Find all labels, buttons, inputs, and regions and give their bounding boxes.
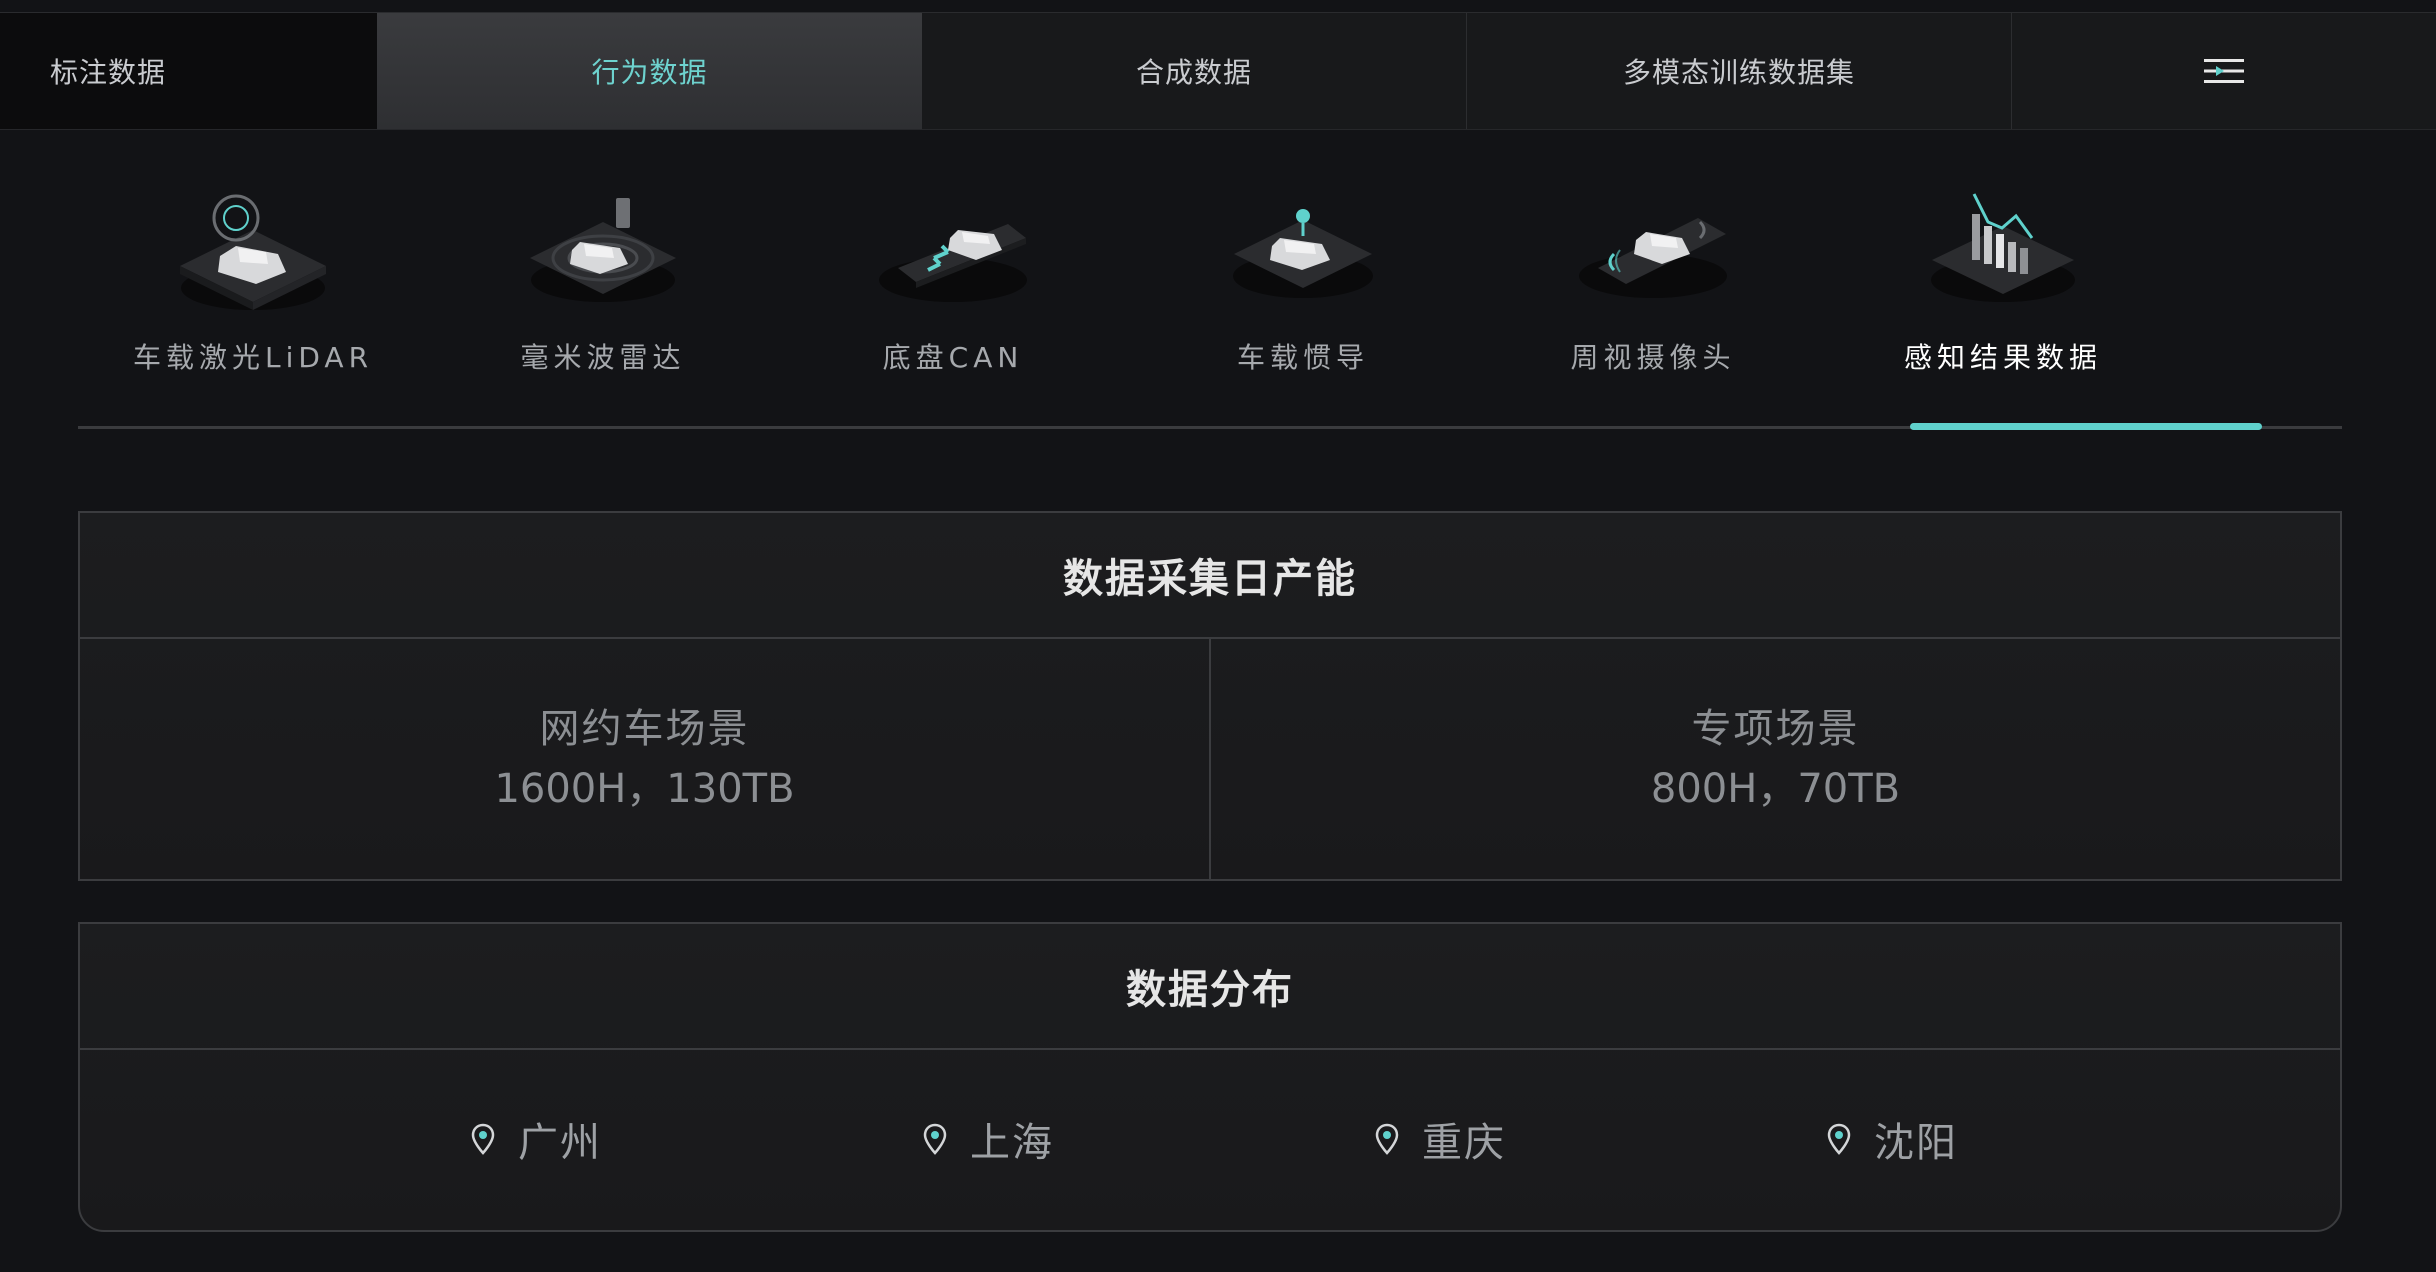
sensor-label: 车载激光LiDAR: [132, 341, 374, 374]
daily-capacity-panel: 数据采集日产能 网约车场景 1600H，130TB 专项场景 800H，70TB: [78, 511, 2342, 881]
sensor-label: 底盘CAN: [882, 341, 1024, 374]
tab-label: 合成数据: [1135, 56, 1252, 89]
tab-behavior-data[interactable]: 行为数据: [377, 13, 922, 129]
city-item-shenyang[interactable]: 沈阳: [1826, 1110, 1958, 1168]
menu-button[interactable]: [2012, 13, 2436, 129]
camera-car-icon: [1579, 218, 1727, 298]
capacity-scene-name: 网约车场景: [539, 706, 750, 752]
city-list: 广州 上海 重庆 沈阳: [80, 1050, 2340, 1230]
location-pin-icon: [1827, 1123, 1851, 1155]
city-name: 广州: [518, 1120, 602, 1166]
location-pin-icon: [1375, 1123, 1399, 1155]
city-item-shanghai[interactable]: 上海: [922, 1110, 1054, 1168]
capacity-title: 数据采集日产能: [80, 513, 2340, 639]
perception-chart-icon: [1931, 193, 2075, 302]
sensor-tab-imu[interactable]: 车载惯导: [1128, 150, 1478, 435]
page: 标注数据 行为数据 合成数据 多模态训练数据集 车载激光LiDAR 毫米波雷达 …: [0, 0, 2436, 1272]
lidar-car-icon: [180, 194, 326, 310]
tab-synthetic-data[interactable]: 合成数据: [922, 13, 1467, 129]
radar-car-icon: [530, 198, 676, 302]
sensor-tab-lidar[interactable]: 车载激光LiDAR: [78, 150, 428, 435]
location-pin-icon: [471, 1123, 495, 1155]
data-distribution-panel: 数据分布 广州 上海 重庆 沈阳: [78, 922, 2342, 1232]
sensor-label: 感知结果数据: [1903, 341, 2102, 374]
city-name: 沈阳: [1874, 1120, 1958, 1166]
tab-annotation-data[interactable]: 标注数据: [0, 13, 377, 129]
menu-icon: [2204, 59, 2244, 83]
capacity-scene-name: 专项场景: [1691, 706, 1860, 752]
city-name: 重庆: [1422, 1120, 1506, 1166]
sensor-tab-surround-camera[interactable]: 周视摄像头: [1478, 150, 1828, 435]
sensor-tab-chassis-can[interactable]: 底盘CAN: [778, 150, 1128, 435]
city-item-guangzhou[interactable]: 广州: [470, 1110, 602, 1168]
capacity-scene-value: 1600H，130TB: [494, 766, 795, 812]
capacity-scene-value: 800H，70TB: [1650, 766, 1901, 812]
tab-label: 多模态训练数据集: [1622, 56, 1855, 89]
distribution-title: 数据分布: [80, 924, 2340, 1050]
capacity-grid: 网约车场景 1600H，130TB 专项场景 800H，70TB: [80, 639, 2340, 879]
sensor-type-tabs: 车载激光LiDAR 毫米波雷达 底盘CAN 车载惯导 周视摄像头 感知结果数据: [78, 150, 2342, 440]
sensor-tab-perception-results[interactable]: 感知结果数据: [1828, 150, 2178, 435]
tab-multimodal-dataset[interactable]: 多模态训练数据集: [1467, 13, 2012, 129]
top-tab-bar: 标注数据 行为数据 合成数据 多模态训练数据集: [0, 12, 2436, 130]
city-item-chongqing[interactable]: 重庆: [1374, 1110, 1506, 1168]
sensor-label: 毫米波雷达: [520, 341, 686, 374]
can-car-icon: [879, 224, 1027, 302]
location-pin-icon: [923, 1123, 947, 1155]
capacity-cell-special: 专项场景 800H，70TB: [1209, 639, 2340, 879]
imu-car-icon: [1233, 209, 1373, 298]
city-name: 上海: [970, 1120, 1054, 1166]
sensor-label: 周视摄像头: [1570, 341, 1736, 374]
sensor-tab-mmwave-radar[interactable]: 毫米波雷达: [428, 150, 778, 435]
tab-label: 标注数据: [50, 56, 167, 89]
tab-label: 行为数据: [591, 56, 708, 89]
capacity-cell-ride-hailing: 网约车场景 1600H，130TB: [80, 639, 1209, 879]
sensor-label: 车载惯导: [1236, 341, 1369, 374]
active-sensor-indicator: [1910, 423, 2262, 430]
